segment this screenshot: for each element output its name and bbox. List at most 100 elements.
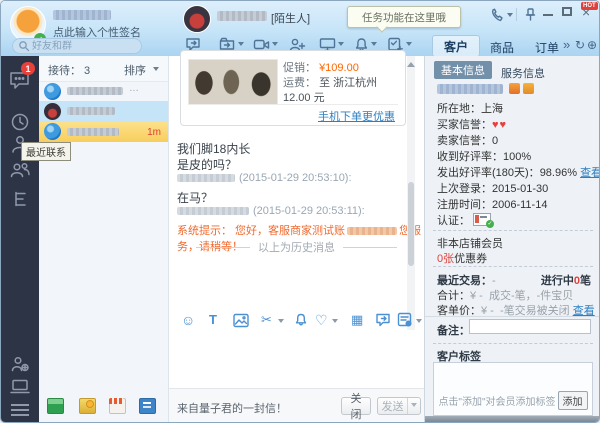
emoticon-icon[interactable]: ☺ xyxy=(181,312,195,328)
devices-icon[interactable] xyxy=(9,378,31,396)
search-box[interactable] xyxy=(12,38,142,54)
recent-icon[interactable] xyxy=(10,112,30,132)
hot-badge: HOT xyxy=(581,2,598,10)
expand-tabs-icon[interactable]: » xyxy=(563,37,570,52)
unread-badge: 1 xyxy=(21,62,35,75)
product-card[interactable]: 促销： ¥109.00 运费： 至 浙江杭州 12.00 元 手机下单更优惠 xyxy=(180,50,406,126)
contact-avatar xyxy=(44,103,61,120)
customer-name-redacted xyxy=(437,84,503,94)
main-menu-icon[interactable] xyxy=(11,404,29,416)
divider xyxy=(433,230,593,231)
message-text: 我们脚18内长 xyxy=(177,140,250,157)
sort-caret[interactable] xyxy=(153,67,159,74)
tab-product[interactable]: 商品 xyxy=(490,39,514,56)
task-tooltip-text: 任务功能在这里哦 xyxy=(362,10,446,25)
groups-icon[interactable] xyxy=(8,160,32,180)
favorite-caret[interactable] xyxy=(332,319,338,326)
left-rail: 1 xyxy=(1,56,39,423)
favorite-icon[interactable]: ♡ xyxy=(315,312,328,328)
pin-icon[interactable] xyxy=(523,7,537,22)
partner-tag: [陌生人] xyxy=(271,10,310,26)
subtab-basic-info[interactable]: 基本信息 xyxy=(434,61,492,79)
rating-view-link[interactable]: 查看 xyxy=(580,167,600,179)
contact-list-header: 接待： 3 排序 xyxy=(39,56,168,82)
send-button[interactable]: 发送 xyxy=(377,397,421,415)
contact-footer xyxy=(39,398,168,414)
send-file-caret[interactable] xyxy=(238,42,244,49)
scroll-thumb[interactable] xyxy=(408,182,414,266)
header-divider xyxy=(516,8,517,21)
screenshot-icon[interactable]: ✂ xyxy=(261,312,272,328)
font-icon[interactable]: T xyxy=(209,312,217,328)
call-caret[interactable] xyxy=(507,13,513,20)
image-icon[interactable] xyxy=(233,313,249,328)
tab-customer[interactable]: 客户 xyxy=(432,35,480,57)
maximize-button[interactable] xyxy=(562,7,572,16)
alarm-caret[interactable] xyxy=(371,42,377,49)
sort-button[interactable]: 排序 xyxy=(124,62,146,78)
partner-avatar[interactable] xyxy=(183,5,211,33)
promo-label: 促销： xyxy=(283,62,316,74)
subtab-service-info[interactable]: 服务信息 xyxy=(501,65,545,81)
refresh-icon[interactable]: ↻ xyxy=(575,38,585,52)
contact-list-panel: 接待： 3 排序 … 1m xyxy=(39,56,169,423)
promo-price: ¥109.00 xyxy=(319,62,359,74)
shake-icon[interactable] xyxy=(293,312,309,328)
info-row: 上次登录：2015-01-30 xyxy=(437,180,548,196)
info-row: 买家信誉：♥♥ xyxy=(437,116,507,132)
add-panel-icon[interactable]: ⊕ xyxy=(587,38,597,52)
add-service-icon[interactable] xyxy=(10,354,30,374)
card-divider xyxy=(188,104,398,105)
divider xyxy=(433,266,593,267)
tab-order[interactable]: 订单 xyxy=(535,39,559,56)
aliwangwang-window: ✓ 点此输入个性签名 [陌生人] xyxy=(0,0,600,423)
mobile-order-link[interactable]: 手机下单更优惠 xyxy=(318,108,395,124)
reception-count: 接待： 3 xyxy=(48,62,90,78)
seller-app-icon[interactable] xyxy=(139,398,156,414)
self-name-redacted xyxy=(53,10,111,20)
org-structure-icon[interactable] xyxy=(11,190,29,208)
search-input[interactable] xyxy=(30,40,130,53)
product-image xyxy=(188,59,278,105)
quick-reply-icon[interactable] xyxy=(397,312,413,328)
chat-bottom-bar: 来自量子君的一封信！ 关闭 发送 xyxy=(169,388,424,423)
add-tag-button[interactable]: 添加 xyxy=(558,391,588,410)
task-caret[interactable] xyxy=(406,42,412,49)
buyer-rating-icons: ♥♥ xyxy=(492,119,507,131)
contact-row-selected[interactable] xyxy=(39,101,168,122)
video-call-caret[interactable] xyxy=(272,42,278,49)
remark-input[interactable] xyxy=(469,319,591,334)
contact-name-redacted xyxy=(67,128,119,136)
shop-icon[interactable] xyxy=(109,398,126,414)
message-timestamp: (2015-01-29 20:53:11): xyxy=(177,205,365,217)
task-tooltip: 任务功能在这里哦 xyxy=(347,6,461,28)
message-text: 是皮的吗？ xyxy=(177,156,237,173)
contact-row-alert[interactable]: 1m xyxy=(39,122,168,142)
remote-desktop-caret[interactable] xyxy=(338,42,344,49)
call-icon[interactable] xyxy=(490,8,505,23)
total-row: 合计：¥ - 成交-笔，-件宝贝 xyxy=(437,287,573,303)
recent-trade-row: 最近交易：- 进行中0笔 xyxy=(437,272,591,288)
message-input[interactable] xyxy=(169,330,424,388)
message-forward-icon[interactable] xyxy=(375,312,392,328)
close-notice-button[interactable]: 关闭 xyxy=(341,397,371,415)
wallet-icon[interactable] xyxy=(79,398,96,414)
divider xyxy=(433,343,593,344)
info-row: 卖家信誉：0 xyxy=(437,132,498,148)
contact-row[interactable]: … xyxy=(39,82,168,101)
message-timestamp: (2015-01-29 20:53:10): xyxy=(177,172,352,184)
scroll-up-arrow[interactable] xyxy=(407,58,415,67)
top-banner: ✓ 点此输入个性签名 [陌生人] xyxy=(1,1,600,56)
minimize-button[interactable] xyxy=(543,14,553,16)
screenshot-caret[interactable] xyxy=(278,319,284,326)
info-row: 发出好评率(180天)：98.96% 查看 xyxy=(437,164,600,180)
notice-text: 来自量子君的一封信！ xyxy=(177,400,287,416)
chat-area: 促销： ¥109.00 运费： 至 浙江杭州 12.00 元 手机下单更优惠 我… xyxy=(169,56,424,423)
calculator-icon[interactable]: ▦ xyxy=(351,312,363,328)
gift-icon[interactable] xyxy=(47,398,64,414)
waiting-time: 1m xyxy=(147,127,161,138)
certification-icon: ✓ xyxy=(473,213,491,226)
send-options-caret[interactable] xyxy=(407,398,420,414)
message-text: 在马？ xyxy=(177,189,213,206)
quick-reply-caret[interactable] xyxy=(416,319,422,326)
